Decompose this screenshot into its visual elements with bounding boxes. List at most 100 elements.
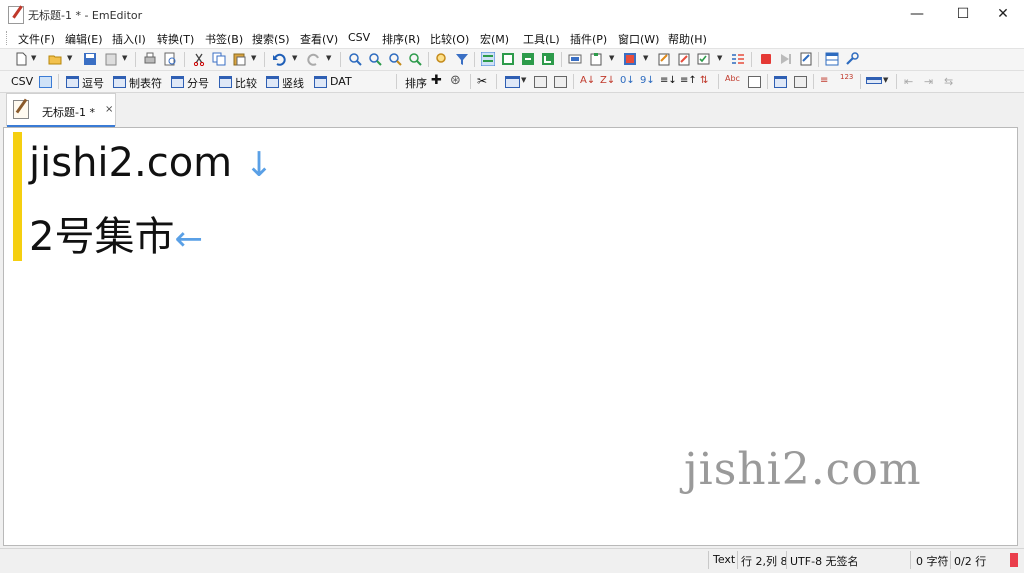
header-row-icon[interactable] xyxy=(794,76,807,88)
editor-line-1[interactable]: jishi2.com ↓ xyxy=(29,140,273,186)
tab-mode-icon[interactable] xyxy=(113,76,126,88)
find-icon[interactable] xyxy=(348,52,362,66)
spelling-icon[interactable]: Abc xyxy=(725,74,740,83)
cut-icon[interactable] xyxy=(192,52,206,66)
wrap-by-window-icon[interactable] xyxy=(501,52,515,66)
sort-options-icon[interactable]: ⊛ xyxy=(450,73,461,88)
menu-edit[interactable]: 编辑(E) xyxy=(65,31,103,47)
menu-grip[interactable] xyxy=(6,31,9,45)
configuration-icon[interactable] xyxy=(623,52,637,66)
record-macro-icon[interactable] xyxy=(759,52,773,66)
column-select-icon[interactable] xyxy=(505,76,520,88)
menu-search[interactable]: 搜索(S) xyxy=(252,31,290,47)
menu-plugins[interactable]: 插件(P) xyxy=(570,31,607,47)
copy-icon[interactable] xyxy=(212,52,226,66)
configuration-dropdown-icon[interactable]: ▼ xyxy=(643,54,648,62)
merge-right-icon[interactable]: ⇥ xyxy=(924,75,933,88)
compare-mode-button[interactable]: 比较 xyxy=(235,75,257,91)
menu-window[interactable]: 窗口(W) xyxy=(618,31,659,47)
status-mode[interactable]: Text xyxy=(713,553,735,566)
clipboard-icon[interactable] xyxy=(589,52,603,66)
edit-sort-icon[interactable]: ✂ xyxy=(477,74,487,88)
add-sort-icon[interactable]: ✚ xyxy=(431,73,442,88)
pipe-mode-button[interactable]: 竖线 xyxy=(282,75,304,91)
paste-icon[interactable] xyxy=(232,52,246,66)
menu-csv[interactable]: CSV xyxy=(348,31,370,44)
word-wrap-icon[interactable] xyxy=(481,52,495,66)
text-editor[interactable]: jishi2.com ↓ 2号集市← jishi2.com xyxy=(3,127,1018,546)
filter-icon[interactable] xyxy=(455,52,469,66)
number-format-icon[interactable]: 123 xyxy=(840,73,853,81)
sort-random-icon[interactable]: ⇅ xyxy=(700,75,708,86)
sort-a-z-icon[interactable]: A↓ xyxy=(580,75,595,86)
sort-z-a-icon[interactable]: Z↓ xyxy=(600,75,615,86)
wrap-by-char-icon[interactable] xyxy=(521,52,535,66)
menu-compare[interactable]: 比较(O) xyxy=(430,31,469,47)
sort-length-desc-icon[interactable]: ≡↑ xyxy=(680,75,697,86)
print-preview-icon[interactable] xyxy=(163,52,177,66)
menu-insert[interactable]: 插入(I) xyxy=(112,31,146,47)
properties-icon[interactable] xyxy=(677,52,691,66)
comma-mode-button[interactable]: 逗号 xyxy=(82,75,104,91)
find-in-files-icon[interactable] xyxy=(408,52,422,66)
redo-icon[interactable] xyxy=(307,52,321,66)
wrap-by-page-icon[interactable] xyxy=(541,52,555,66)
save-all-icon[interactable] xyxy=(104,52,118,66)
open-folder-icon[interactable] xyxy=(48,52,62,66)
dat-mode-icon[interactable] xyxy=(314,76,327,88)
macro-file-icon[interactable] xyxy=(799,52,813,66)
ruler-icon[interactable] xyxy=(866,77,882,84)
find-previous-icon[interactable] xyxy=(388,52,402,66)
compare-mode-icon[interactable] xyxy=(219,76,232,88)
menu-file[interactable]: 文件(F) xyxy=(18,31,55,47)
merge-left-icon[interactable]: ⇤ xyxy=(904,75,913,88)
undo-dropdown-icon[interactable]: ▼ xyxy=(292,54,297,62)
outline-icon[interactable] xyxy=(731,52,745,66)
pipe-mode-icon[interactable] xyxy=(266,76,279,88)
highlight-search-icon[interactable] xyxy=(435,52,449,66)
paste-dropdown-icon[interactable]: ▼ xyxy=(251,54,256,62)
semicolon-mode-button[interactable]: 分号 xyxy=(187,75,209,91)
split-columns-icon[interactable] xyxy=(554,76,567,88)
new-file-icon[interactable] xyxy=(14,52,28,66)
window-split-icon[interactable] xyxy=(825,52,839,66)
menu-help[interactable]: 帮助(H) xyxy=(668,31,707,47)
menu-view[interactable]: 查看(V) xyxy=(300,31,338,47)
save-icon[interactable] xyxy=(83,52,97,66)
open-dropdown-icon[interactable]: ▼ xyxy=(67,54,72,62)
editor-line-2[interactable]: 2号集市← xyxy=(29,204,203,262)
menu-bookmark[interactable]: 书签(B) xyxy=(205,31,243,47)
sort-length-asc-icon[interactable]: ≡↓ xyxy=(660,75,677,86)
spell-check-dropdown-icon[interactable]: ▼ xyxy=(717,54,722,62)
merge-all-icon[interactable]: ⇆ xyxy=(944,75,953,88)
comma-mode-icon[interactable] xyxy=(66,76,79,88)
save-dropdown-icon[interactable]: ▼ xyxy=(122,54,127,62)
menu-tools[interactable]: 工具(L) xyxy=(523,31,560,47)
undo-icon[interactable] xyxy=(272,52,286,66)
emeditor-app-icon[interactable] xyxy=(8,6,24,24)
run-macro-icon[interactable] xyxy=(779,52,793,66)
menu-sort[interactable]: 排序(R) xyxy=(382,31,420,47)
display-mode-icon[interactable] xyxy=(568,52,582,66)
status-encoding[interactable]: UTF-8 无签名 xyxy=(790,553,859,569)
new-dropdown-icon[interactable]: ▼ xyxy=(31,54,36,62)
redo-dropdown-icon[interactable]: ▼ xyxy=(326,54,331,62)
semicolon-mode-icon[interactable] xyxy=(171,76,184,88)
spell-check-icon[interactable] xyxy=(697,52,711,66)
tab-close-icon[interactable]: × xyxy=(105,104,113,115)
ruler-dropdown-icon[interactable]: ▼ xyxy=(883,76,888,84)
sort-num-desc-icon[interactable]: 9↓ xyxy=(640,75,655,86)
print-icon[interactable] xyxy=(143,52,157,66)
freeze-columns-icon[interactable] xyxy=(774,76,787,88)
tab-untitled-1[interactable]: 无标题-1 * × xyxy=(6,93,116,127)
customize-icon[interactable] xyxy=(657,52,671,66)
sort-num-asc-icon[interactable]: 0↓ xyxy=(620,75,635,86)
menu-macro[interactable]: 宏(M) xyxy=(480,31,509,47)
minimize-button[interactable]: — xyxy=(894,0,940,28)
dat-mode-button[interactable]: DAT xyxy=(330,75,352,88)
column-select-dropdown-icon[interactable]: ▼ xyxy=(521,76,526,84)
status-position[interactable]: 行 2,列 8 xyxy=(741,553,788,569)
close-button[interactable]: ✕ xyxy=(980,0,1024,28)
tab-mode-button[interactable]: 制表符 xyxy=(129,75,162,91)
tools-icon[interactable] xyxy=(845,52,859,66)
